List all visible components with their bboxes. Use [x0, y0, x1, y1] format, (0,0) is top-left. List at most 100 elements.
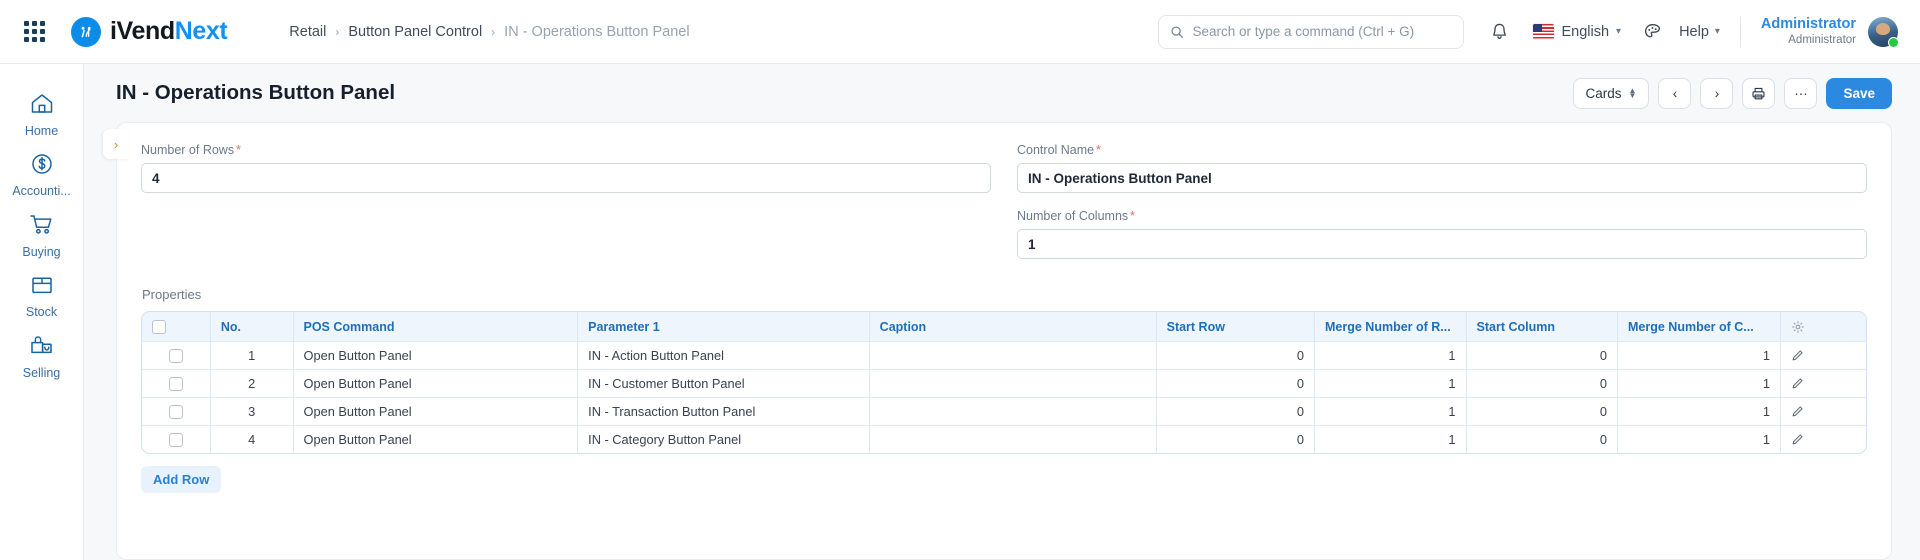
cell-start-column[interactable]: 0	[1466, 369, 1618, 397]
sidebar-item-stock[interactable]: Stock	[0, 263, 84, 323]
collapse-section-toggle[interactable]: ›	[103, 129, 129, 159]
row-select-cell[interactable]	[142, 425, 211, 453]
cell-merge-columns[interactable]: 1	[1618, 341, 1781, 369]
add-row-button[interactable]: Add Row	[141, 466, 222, 493]
cell-start-column[interactable]: 0	[1466, 425, 1618, 453]
table-row[interactable]: 4 Open Button Panel IN - Category Button…	[142, 425, 1866, 453]
row-checkbox[interactable]	[168, 349, 183, 364]
form-column-right: Control Name* Number of Columns*	[1017, 143, 1867, 275]
cell-no: 4	[210, 425, 294, 453]
sidebar-item-selling[interactable]: Selling	[0, 323, 84, 384]
brand-logo[interactable]: iVendNext	[71, 16, 228, 47]
avatar[interactable]	[1868, 16, 1899, 48]
row-edit-button[interactable]	[1780, 397, 1866, 425]
sidebar-item-buying[interactable]: Buying	[0, 202, 84, 263]
gear-icon	[1791, 320, 1856, 334]
body-wrapper: Home Accounti... Buying Stock Selling IN…	[0, 64, 1920, 560]
row-checkbox[interactable]	[168, 377, 183, 392]
table-header-parameter-1[interactable]: Parameter 1	[578, 312, 870, 341]
save-button[interactable]: Save	[1826, 77, 1892, 109]
cell-merge-rows[interactable]: 1	[1315, 425, 1467, 453]
cell-merge-columns[interactable]: 1	[1618, 369, 1781, 397]
prev-button[interactable]: ‹	[1658, 77, 1692, 109]
more-options-button[interactable]: ···	[1784, 77, 1818, 109]
chevron-down-icon: ▾	[1714, 26, 1720, 37]
row-checkbox[interactable]	[168, 405, 183, 420]
cell-merge-columns[interactable]: 1	[1618, 425, 1781, 453]
user-menu[interactable]: Administrator Administrator	[1761, 15, 1899, 48]
table-header-no[interactable]: No.	[210, 312, 294, 341]
cell-merge-rows[interactable]: 1	[1315, 397, 1467, 425]
control-name-input[interactable]	[1017, 163, 1867, 193]
sidebar-item-home[interactable]: Home	[0, 82, 84, 142]
cell-merge-columns[interactable]: 1	[1618, 397, 1781, 425]
row-select-cell[interactable]	[142, 341, 211, 369]
cell-pos-command[interactable]: Open Button Panel	[293, 341, 579, 369]
cell-start-row[interactable]: 0	[1156, 397, 1315, 425]
pencil-icon	[1791, 433, 1856, 446]
field-number-of-rows: Number of Rows *	[141, 143, 991, 193]
bell-icon[interactable]	[1490, 22, 1509, 41]
global-search[interactable]	[1158, 14, 1465, 49]
row-edit-button[interactable]	[1780, 369, 1866, 397]
table-row[interactable]: 1 Open Button Panel IN - Action Button P…	[142, 341, 1866, 369]
cell-caption[interactable]	[869, 425, 1157, 453]
table-header-select	[142, 312, 211, 341]
table-header-merge-columns[interactable]: Merge Number of C...	[1618, 312, 1781, 341]
breadcrumb: Retail › Button Panel Control › IN - Ope…	[289, 24, 689, 40]
search-icon	[1170, 25, 1184, 39]
sidebar-item-label: Accounti...	[12, 184, 71, 198]
table-row[interactable]: 2 Open Button Panel IN - Customer Button…	[142, 369, 1866, 397]
navbar-right-group: English ▾ Help ▾ Administrator Administr…	[1158, 14, 1899, 49]
language-selector[interactable]: English ▾	[1533, 24, 1621, 40]
cell-no: 3	[210, 397, 294, 425]
table-header-start-column[interactable]: Start Column	[1466, 312, 1618, 341]
table-header-start-row[interactable]: Start Row	[1156, 312, 1315, 341]
row-checkbox[interactable]	[168, 433, 183, 448]
view-mode-label: Cards	[1585, 85, 1622, 101]
row-edit-button[interactable]	[1780, 425, 1866, 453]
cell-start-column[interactable]: 0	[1466, 341, 1618, 369]
brand-mark-icon	[71, 16, 101, 47]
cell-caption[interactable]	[869, 369, 1157, 397]
table-header-caption[interactable]: Caption	[869, 312, 1157, 341]
cell-merge-rows[interactable]: 1	[1315, 341, 1467, 369]
help-menu[interactable]: Help ▾	[1679, 24, 1720, 40]
cell-caption[interactable]	[869, 397, 1157, 425]
table-header-merge-rows[interactable]: Merge Number of R...	[1315, 312, 1467, 341]
cell-merge-rows[interactable]: 1	[1315, 369, 1467, 397]
row-select-cell[interactable]	[142, 369, 211, 397]
breadcrumb-item-retail[interactable]: Retail	[289, 24, 326, 40]
search-input[interactable]	[1192, 24, 1453, 39]
breadcrumb-item-button-panel-control[interactable]: Button Panel Control	[348, 24, 482, 40]
cell-start-column[interactable]: 0	[1466, 397, 1618, 425]
cell-start-row[interactable]: 0	[1156, 341, 1315, 369]
cell-caption[interactable]	[869, 341, 1157, 369]
palette-icon[interactable]	[1643, 22, 1662, 41]
number-of-columns-label: Number of Columns *	[1017, 209, 1136, 223]
cell-pos-command[interactable]: Open Button Panel	[293, 425, 579, 453]
row-select-cell[interactable]	[142, 397, 211, 425]
print-button[interactable]	[1742, 77, 1776, 109]
select-all-checkbox[interactable]	[152, 319, 166, 334]
table-header-pos-command[interactable]: POS Command	[293, 312, 579, 341]
cell-parameter-1[interactable]: IN - Transaction Button Panel	[578, 397, 870, 425]
sidebar-item-accounting[interactable]: Accounti...	[0, 142, 84, 202]
cell-start-row[interactable]: 0	[1156, 369, 1315, 397]
cell-parameter-1[interactable]: IN - Action Button Panel	[578, 341, 870, 369]
cell-parameter-1[interactable]: IN - Category Button Panel	[578, 425, 870, 453]
cell-start-row[interactable]: 0	[1156, 425, 1315, 453]
user-text-group: Administrator Administrator	[1761, 15, 1856, 48]
cell-pos-command[interactable]: Open Button Panel	[293, 369, 579, 397]
apps-grid-icon[interactable]	[24, 21, 45, 42]
next-button[interactable]: ›	[1700, 77, 1734, 109]
row-edit-button[interactable]	[1780, 341, 1866, 369]
number-of-rows-input[interactable]	[141, 163, 991, 193]
number-of-columns-input[interactable]	[1017, 229, 1867, 259]
view-mode-selector[interactable]: Cards ▲ ▼	[1572, 77, 1650, 109]
table-settings-button[interactable]	[1780, 312, 1866, 341]
cell-pos-command[interactable]: Open Button Panel	[293, 397, 579, 425]
page-actions: Cards ▲ ▼ ‹ › ··· Save	[1572, 77, 1892, 109]
cell-parameter-1[interactable]: IN - Customer Button Panel	[578, 369, 870, 397]
table-row[interactable]: 3 Open Button Panel IN - Transaction But…	[142, 397, 1866, 425]
